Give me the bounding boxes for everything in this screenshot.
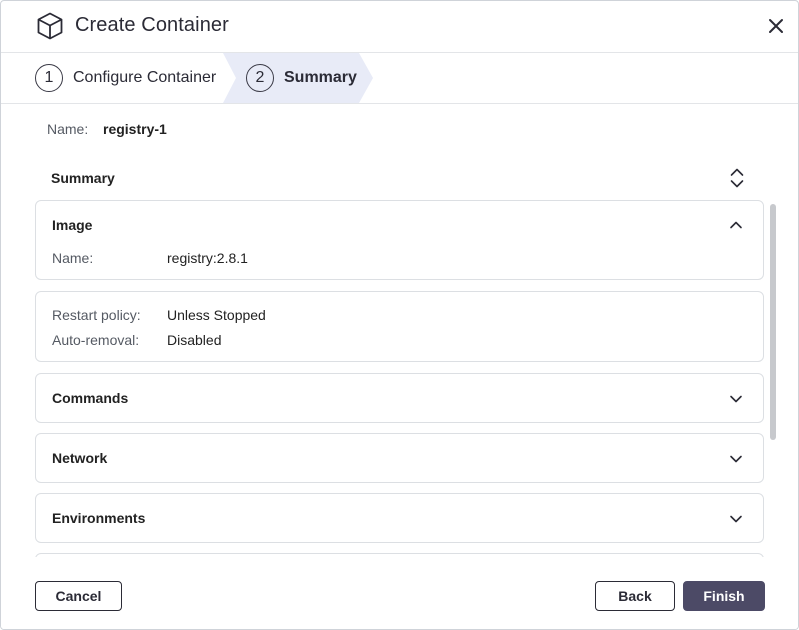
cancel-button[interactable]: Cancel bbox=[35, 581, 122, 611]
step-number: 2 bbox=[246, 64, 274, 92]
dialog-footer: Cancel Back Finish bbox=[1, 557, 798, 629]
kv-value: registry:2.8.1 bbox=[167, 250, 248, 266]
section-title: Commands bbox=[52, 390, 129, 406]
name-value: registry-1 bbox=[103, 121, 167, 137]
step-label: Summary bbox=[284, 69, 357, 86]
summary-scroll-area[interactable]: Image Name: registry:2.8.1 Restart polic… bbox=[35, 200, 765, 557]
expand-collapse-all-icon[interactable] bbox=[727, 166, 747, 190]
cube-icon bbox=[37, 12, 63, 40]
policy-section: Restart policy: Unless Stopped Auto-remo… bbox=[35, 291, 764, 362]
dialog-header: Create Container bbox=[1, 1, 798, 53]
chevron-down-icon[interactable] bbox=[728, 391, 744, 407]
container-name-row: Name: registry-1 bbox=[47, 121, 167, 137]
chevron-down-icon[interactable] bbox=[728, 451, 744, 467]
kv-value: Unless Stopped bbox=[167, 307, 266, 323]
chevron-down-icon[interactable] bbox=[728, 511, 744, 527]
kv-label: Restart policy: bbox=[52, 307, 141, 323]
section-title: Image bbox=[52, 217, 93, 233]
name-label: Name: bbox=[47, 121, 89, 137]
scrollbar-thumb[interactable] bbox=[770, 204, 776, 440]
stepper: 1 Configure Container 2 Summary bbox=[1, 53, 798, 104]
back-button[interactable]: Back bbox=[595, 581, 675, 611]
kv-value: Disabled bbox=[167, 332, 222, 348]
commands-section[interactable]: Commands bbox=[35, 373, 764, 423]
step-number: 1 bbox=[35, 64, 63, 92]
section-title: Environments bbox=[52, 510, 146, 526]
kv-label: Name: bbox=[52, 250, 94, 266]
chevron-up-icon[interactable] bbox=[728, 217, 744, 233]
section-title: Network bbox=[52, 450, 108, 466]
step-configure-container[interactable]: 1 Configure Container bbox=[35, 53, 216, 103]
close-icon[interactable] bbox=[765, 15, 787, 37]
image-section: Image Name: registry:2.8.1 bbox=[35, 200, 764, 280]
summary-heading: Summary bbox=[51, 170, 115, 186]
create-container-dialog: Create Container 1 Configure Container 2… bbox=[0, 0, 799, 630]
kv-label: Auto-removal: bbox=[52, 332, 140, 348]
step-summary[interactable]: 2 Summary bbox=[246, 53, 357, 103]
environments-section[interactable]: Environments bbox=[35, 493, 764, 543]
dialog-title: Create Container bbox=[75, 14, 229, 36]
step-label: Configure Container bbox=[73, 69, 217, 86]
network-section[interactable]: Network bbox=[35, 433, 764, 483]
finish-button[interactable]: Finish bbox=[683, 581, 765, 611]
